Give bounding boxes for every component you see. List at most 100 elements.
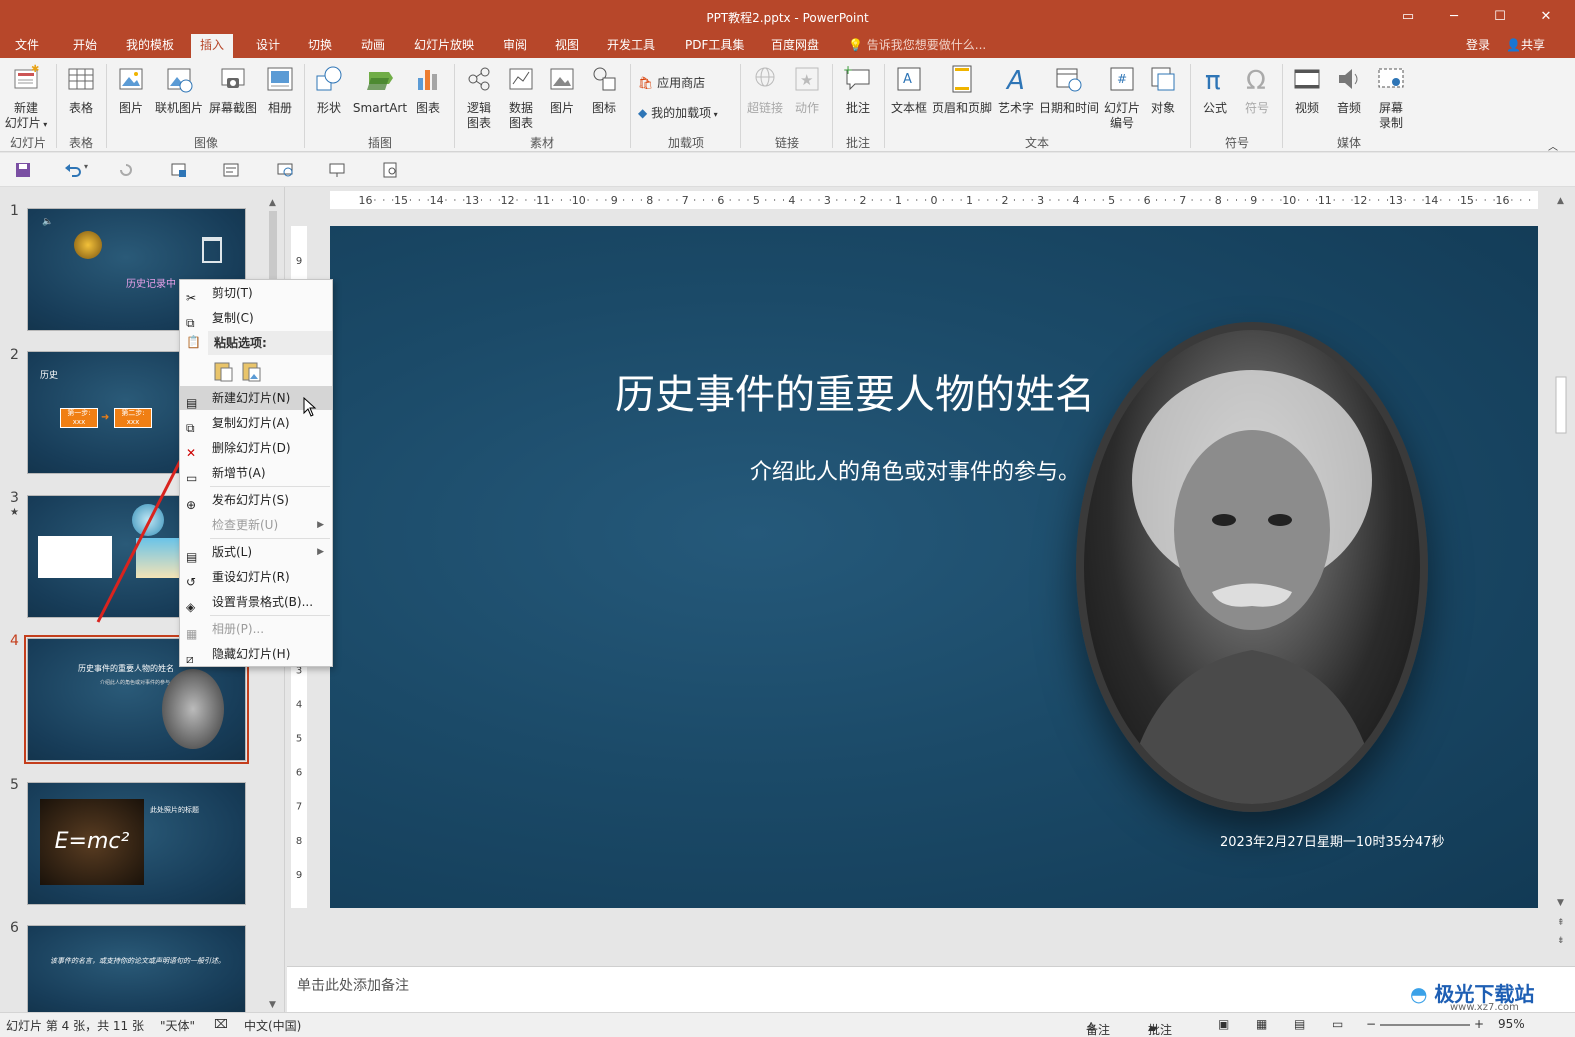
icon-button[interactable]: 图标	[586, 64, 622, 116]
minimize-button[interactable]: ─	[1434, 6, 1474, 28]
zoom-in-button[interactable]: +	[1474, 1017, 1484, 1031]
notes-pane[interactable]: 单击此处添加备注	[287, 966, 1575, 1012]
audio-button[interactable]: 音频	[1330, 64, 1368, 116]
zoom-level[interactable]: 95%	[1498, 1017, 1525, 1031]
ruler-tick	[747, 199, 749, 201]
object-button[interactable]: 对象	[1144, 64, 1182, 116]
table-button[interactable]: 表格	[62, 64, 100, 116]
language-status[interactable]: 中文(中国)	[244, 1017, 301, 1034]
symbol-button[interactable]: Ω 符号	[1238, 64, 1276, 116]
tab-home[interactable]: 开始	[64, 34, 106, 58]
tab-pdf-tools[interactable]: PDF工具集	[676, 34, 753, 58]
comment-icon: +	[843, 63, 870, 91]
ruler-tick-label: 4	[1073, 194, 1080, 207]
tab-my-templates[interactable]: 我的模板	[117, 34, 183, 58]
paste-as-picture-icon[interactable]	[240, 360, 262, 382]
tab-insert[interactable]: 插入	[191, 34, 234, 58]
video-button[interactable]: 视频	[1288, 64, 1326, 116]
tab-review[interactable]: 审阅	[494, 34, 536, 58]
zoom-slider[interactable]	[1380, 1024, 1470, 1026]
zoom-out-button[interactable]: −	[1366, 1017, 1376, 1031]
menu-item-cut[interactable]: ✂ 剪切(T)	[180, 281, 332, 305]
slide-thumbnail-5[interactable]: E=mc² 此处照片的标题	[27, 782, 246, 905]
logic-chart-button[interactable]: 逻辑 图表	[460, 64, 498, 131]
equation-button[interactable]: π 公式	[1196, 64, 1234, 116]
slideshow-icon[interactable]	[328, 162, 346, 178]
ruler-tick-label: 5	[753, 194, 760, 207]
spellcheck-icon[interactable]: ⌧	[214, 1017, 228, 1031]
preview-icon[interactable]	[382, 162, 400, 178]
menu-item-check-updates[interactable]: 检查更新(U) ▶	[180, 513, 332, 537]
menu-item-publish-slides[interactable]: ⊕ 发布幻灯片(S)	[180, 488, 332, 512]
tab-slideshow[interactable]: 幻灯片放映	[405, 34, 483, 58]
action-button[interactable]: ★ 动作	[788, 64, 826, 116]
menu-item-hide-slide[interactable]: ⧄ 隐藏幻灯片(H)	[180, 642, 332, 666]
login-link[interactable]: 登录	[1466, 34, 1490, 56]
screen-record-button[interactable]: 屏幕 录制	[1372, 64, 1410, 131]
tab-animations[interactable]: 动画	[352, 34, 394, 58]
slide-canvas[interactable]: 历史事件的重要人物的姓名 介绍此人的角色或对事件的参与。 2023年2月27日星…	[330, 226, 1538, 908]
collapse-ribbon-icon[interactable]: ︿	[1548, 138, 1558, 153]
tab-developer[interactable]: 开发工具	[598, 34, 664, 58]
my-addins-button[interactable]: ◆ 我的加载项 ▾	[638, 104, 718, 121]
ruler-tick	[1520, 199, 1522, 201]
slide-subtitle[interactable]: 介绍此人的角色或对事件的参与。	[630, 454, 1080, 486]
einstein-portrait[interactable]	[1076, 322, 1428, 812]
tab-baidu-netdisk[interactable]: 百度网盘	[762, 34, 828, 58]
normal-view-icon[interactable]: ▣	[1218, 1017, 1229, 1031]
layout-icon[interactable]	[222, 162, 240, 178]
menu-item-delete-slide[interactable]: ✕ 删除幻灯片(D)	[180, 436, 332, 460]
slide-sorter-icon[interactable]: ▦	[1256, 1017, 1267, 1031]
menu-item-reset-slide[interactable]: ↺ 重设幻灯片(R)	[180, 565, 332, 589]
app-store-button[interactable]: 🛍 应用商店	[638, 74, 705, 91]
smartart-label: SmartArt	[352, 101, 408, 115]
tell-me-box[interactable]: 💡 告诉我您想要做什么...	[848, 34, 986, 56]
tab-design[interactable]: 设计	[247, 34, 289, 58]
slide-thumbnail-6[interactable]: 该事件的名言，或支持你的论文或声明语句的一般引述。	[27, 925, 246, 1013]
shapes-button[interactable]: 形状	[310, 64, 348, 116]
presenter-icon[interactable]	[276, 162, 294, 178]
menu-item-add-section[interactable]: ▭ 新增节(A)	[180, 461, 332, 485]
menu-item-photo-album[interactable]: ▦ 相册(P)...	[180, 617, 332, 641]
hyperlink-button[interactable]: 超链接	[746, 64, 784, 116]
tab-view[interactable]: 视图	[546, 34, 588, 58]
menu-item-copy[interactable]: ⧉ 复制(C)	[180, 306, 332, 330]
editor-scrollbar[interactable]: ▲ ▼ ⇞ ⇟	[1553, 191, 1569, 951]
datetime-button[interactable]: 日期和时间	[1038, 64, 1100, 116]
close-button[interactable]: ✕	[1526, 6, 1566, 28]
tab-transitions[interactable]: 切换	[299, 34, 341, 58]
textbox-button[interactable]: A 文本框	[890, 64, 928, 116]
svg-text:⇟: ⇟	[1557, 936, 1565, 946]
slideshow-view-icon[interactable]: ▭	[1332, 1017, 1343, 1031]
data-chart-button[interactable]: 数据 图表	[502, 64, 540, 131]
menu-item-format-background[interactable]: ◈ 设置背景格式(B)...	[180, 590, 332, 614]
header-footer-button[interactable]: 页眉和页脚	[930, 64, 994, 116]
ribbon-display-icon[interactable]: ▭	[1388, 6, 1428, 28]
wordart-button[interactable]: A 艺术字	[996, 64, 1036, 116]
chart-button[interactable]: 图表	[410, 64, 446, 116]
paste-keep-formatting-icon[interactable]	[212, 360, 234, 382]
slide-count-status[interactable]: 幻灯片 第 4 张，共 11 张	[6, 1017, 144, 1034]
slide-title[interactable]: 历史事件的重要人物的姓名	[600, 362, 1110, 420]
material-picture-button[interactable]: 图片	[544, 64, 580, 116]
new-slide-button[interactable]: ✱ 新建 幻灯片 ▾	[4, 64, 48, 132]
slide-number-button[interactable]: # 幻灯片 编号	[1102, 64, 1142, 131]
slide-datetime[interactable]: 2023年2月27日星期一10时35分47秒	[1220, 831, 1445, 850]
undo-dropdown-icon[interactable]: ▾	[84, 162, 102, 178]
smartart-button[interactable]: SmartArt	[350, 64, 410, 116]
menu-item-layout[interactable]: ▤ 版式(L) ▶	[180, 540, 332, 564]
maximize-button[interactable]: ☐	[1480, 6, 1520, 28]
undo-icon[interactable]	[64, 162, 82, 178]
share-button[interactable]: 👤共享	[1506, 34, 1545, 56]
screenshot-button[interactable]: 屏幕截图	[206, 64, 260, 116]
from-beginning-icon[interactable]	[170, 162, 188, 178]
redo-icon[interactable]	[117, 162, 135, 178]
ribbon-separator	[454, 64, 455, 148]
comment-button[interactable]: + 批注	[838, 63, 878, 116]
reading-view-icon[interactable]: ▤	[1294, 1017, 1305, 1031]
album-button[interactable]: 相册	[262, 64, 298, 116]
tab-file[interactable]: 文件	[6, 34, 48, 58]
picture-button[interactable]: 图片	[112, 64, 150, 116]
online-picture-button[interactable]: 联机图片	[152, 64, 206, 116]
save-icon[interactable]	[14, 162, 32, 178]
